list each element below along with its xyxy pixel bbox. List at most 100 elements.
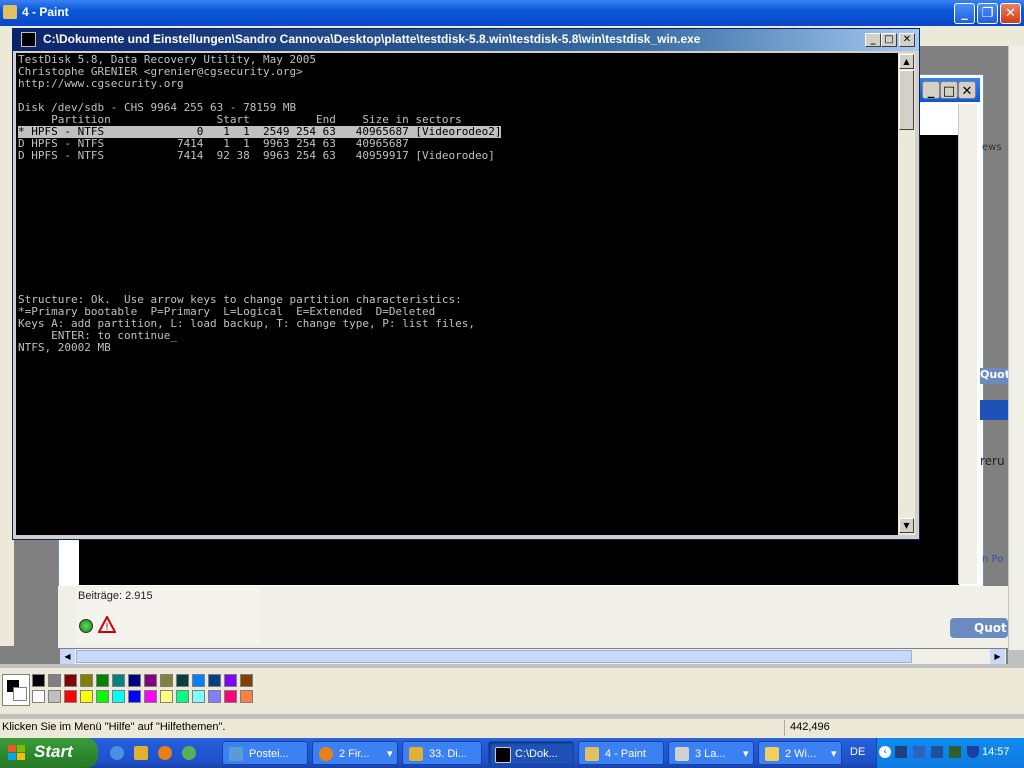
svg-text:!: ! — [105, 622, 109, 633]
console-title-bar[interactable]: C:\Dokumente und Einstellungen\Sandro Ca… — [13, 29, 919, 51]
online-status-icon — [79, 619, 93, 633]
quicklaunch-firefox-icon[interactable] — [158, 746, 172, 760]
console-maximize-button[interactable]: □ — [881, 33, 897, 47]
color-swatch[interactable] — [160, 674, 173, 687]
color-swatch[interactable] — [240, 690, 253, 703]
color-swatch[interactable] — [64, 674, 77, 687]
restore-button[interactable]: ❐ — [977, 3, 998, 24]
color-swatch[interactable] — [112, 674, 125, 687]
minimize-button[interactable]: _ — [954, 3, 975, 24]
browser-title-bar: _ □ ✕ — [920, 78, 980, 102]
console-window-title: C:\Dokumente und Einstellungen\Sandro Ca… — [43, 32, 701, 46]
color-swatch[interactable] — [176, 690, 189, 703]
color-swatch[interactable] — [192, 690, 205, 703]
browser-minimize-icon: _ — [922, 81, 940, 99]
color-swatch[interactable] — [64, 690, 77, 703]
scroll-left-arrow[interactable]: ◀ — [60, 649, 75, 664]
console-line: http://www.cgsecurity.org — [18, 77, 184, 90]
task-label: 4 - Paint — [605, 748, 646, 760]
task-button-explorer[interactable]: 2 Wi... ▾ — [758, 741, 842, 765]
browser-close-icon: ✕ — [958, 81, 976, 99]
color-swatch[interactable] — [32, 674, 45, 687]
task-label: Postei... — [249, 748, 289, 760]
start-button[interactable]: Start — [0, 738, 98, 768]
console-scroll-thumb[interactable] — [899, 70, 914, 130]
tray-security-shield-icon[interactable] — [967, 746, 979, 758]
task-button-3la[interactable]: 3 La... ▾ — [668, 741, 754, 765]
task-icon — [229, 747, 243, 761]
tray-expand-icon[interactable]: ‹ — [879, 746, 891, 758]
color-swatch[interactable] — [192, 674, 205, 687]
paint-title-bar[interactable]: 4 - Paint _ ❐ ✕ — [0, 0, 1024, 26]
partition-size-line: NTFS, 20002 MB — [18, 341, 111, 354]
browser-right-scrollbar — [958, 104, 977, 584]
quicklaunch-refresh-icon[interactable] — [182, 746, 196, 760]
quicklaunch-winamp-icon[interactable] — [134, 746, 148, 760]
task-button-paint[interactable]: 4 - Paint — [578, 741, 664, 765]
close-button[interactable]: ✕ — [1000, 3, 1021, 24]
task-button-33di[interactable]: 33. Di... — [402, 741, 482, 765]
color-swatch[interactable] — [208, 674, 221, 687]
color-palette-bar — [0, 668, 1024, 714]
color-swatch[interactable] — [80, 674, 93, 687]
color-swatch[interactable] — [224, 674, 237, 687]
task-button-postei[interactable]: Postei... — [222, 741, 308, 765]
color-swatch[interactable] — [112, 690, 125, 703]
task-group-arrow-icon: ▾ — [743, 748, 749, 760]
task-group-arrow-icon: ▾ — [387, 748, 393, 760]
task-icon — [585, 747, 599, 761]
console-app-icon[interactable] — [21, 32, 36, 47]
report-warning-icon: ! — [97, 614, 117, 634]
background-color — [13, 687, 27, 701]
scroll-up-arrow[interactable]: ▲ — [899, 54, 914, 69]
scroll-right-arrow[interactable]: ▶ — [990, 649, 1005, 664]
console-minimize-button[interactable]: _ — [865, 33, 881, 47]
language-indicator[interactable]: DE — [850, 746, 865, 758]
color-swatch[interactable] — [224, 690, 237, 703]
current-colors-box[interactable] — [2, 674, 30, 706]
color-swatch[interactable] — [128, 674, 141, 687]
console-close-button[interactable]: ✕ — [899, 33, 915, 47]
color-swatch[interactable] — [128, 690, 141, 703]
start-label: Start — [34, 742, 73, 761]
paint-vertical-scrollbar[interactable] — [1008, 46, 1024, 650]
clock[interactable]: 14:57 — [982, 746, 1010, 758]
color-swatch[interactable] — [32, 690, 45, 703]
console-vertical-scrollbar[interactable]: ▲ ▼ — [898, 53, 915, 535]
forum-blue-bar — [980, 400, 1008, 420]
scroll-down-arrow[interactable]: ▼ — [899, 518, 914, 533]
quicklaunch-ie-icon[interactable] — [110, 746, 124, 760]
color-swatch[interactable] — [160, 690, 173, 703]
console-output[interactable]: TestDisk 5.8, Data Recovery Utility, May… — [16, 53, 898, 535]
color-swatch[interactable] — [176, 674, 189, 687]
color-swatch[interactable] — [208, 690, 221, 703]
task-label: 2 Wi... — [785, 748, 817, 760]
forum-fragment-post: n Po — [982, 554, 1004, 565]
post-count: Beiträge: 2.915 — [78, 590, 153, 602]
task-icon — [319, 747, 333, 761]
status-divider — [784, 720, 785, 736]
task-icon — [765, 747, 779, 761]
task-button-firefox[interactable]: 2 Fir... ▾ — [312, 741, 398, 765]
color-swatch[interactable] — [144, 674, 157, 687]
forum-fragment-reru: reru — [980, 454, 1005, 468]
hscroll-thumb[interactable] — [76, 650, 912, 663]
color-swatch[interactable] — [80, 690, 93, 703]
task-button-console[interactable]: C:\Dok... — [488, 741, 574, 765]
color-swatch[interactable] — [240, 674, 253, 687]
task-group-arrow-icon: ▾ — [831, 748, 837, 760]
tray-network-icon[interactable] — [913, 746, 925, 758]
color-swatch[interactable] — [144, 690, 157, 703]
color-swatch[interactable] — [96, 690, 109, 703]
tray-app-icon[interactable] — [895, 746, 907, 758]
partition-row[interactable]: D HPFS - NTFS 7414 92 38 9963 254 63 409… — [18, 150, 495, 162]
status-help-text: Klicken Sie im Menü "Hilfe" auf "Hilfeth… — [2, 721, 226, 733]
color-swatch[interactable] — [96, 674, 109, 687]
forum-quote-button: Quot — [980, 368, 1010, 384]
quicklaunch-area — [106, 742, 206, 764]
paint-horizontal-scrollbar[interactable]: ◀ ▶ — [60, 649, 1006, 664]
tray-display-icon[interactable] — [931, 746, 943, 758]
color-swatch[interactable] — [48, 690, 61, 703]
tray-device-icon[interactable] — [949, 746, 961, 758]
color-swatch[interactable] — [48, 674, 61, 687]
